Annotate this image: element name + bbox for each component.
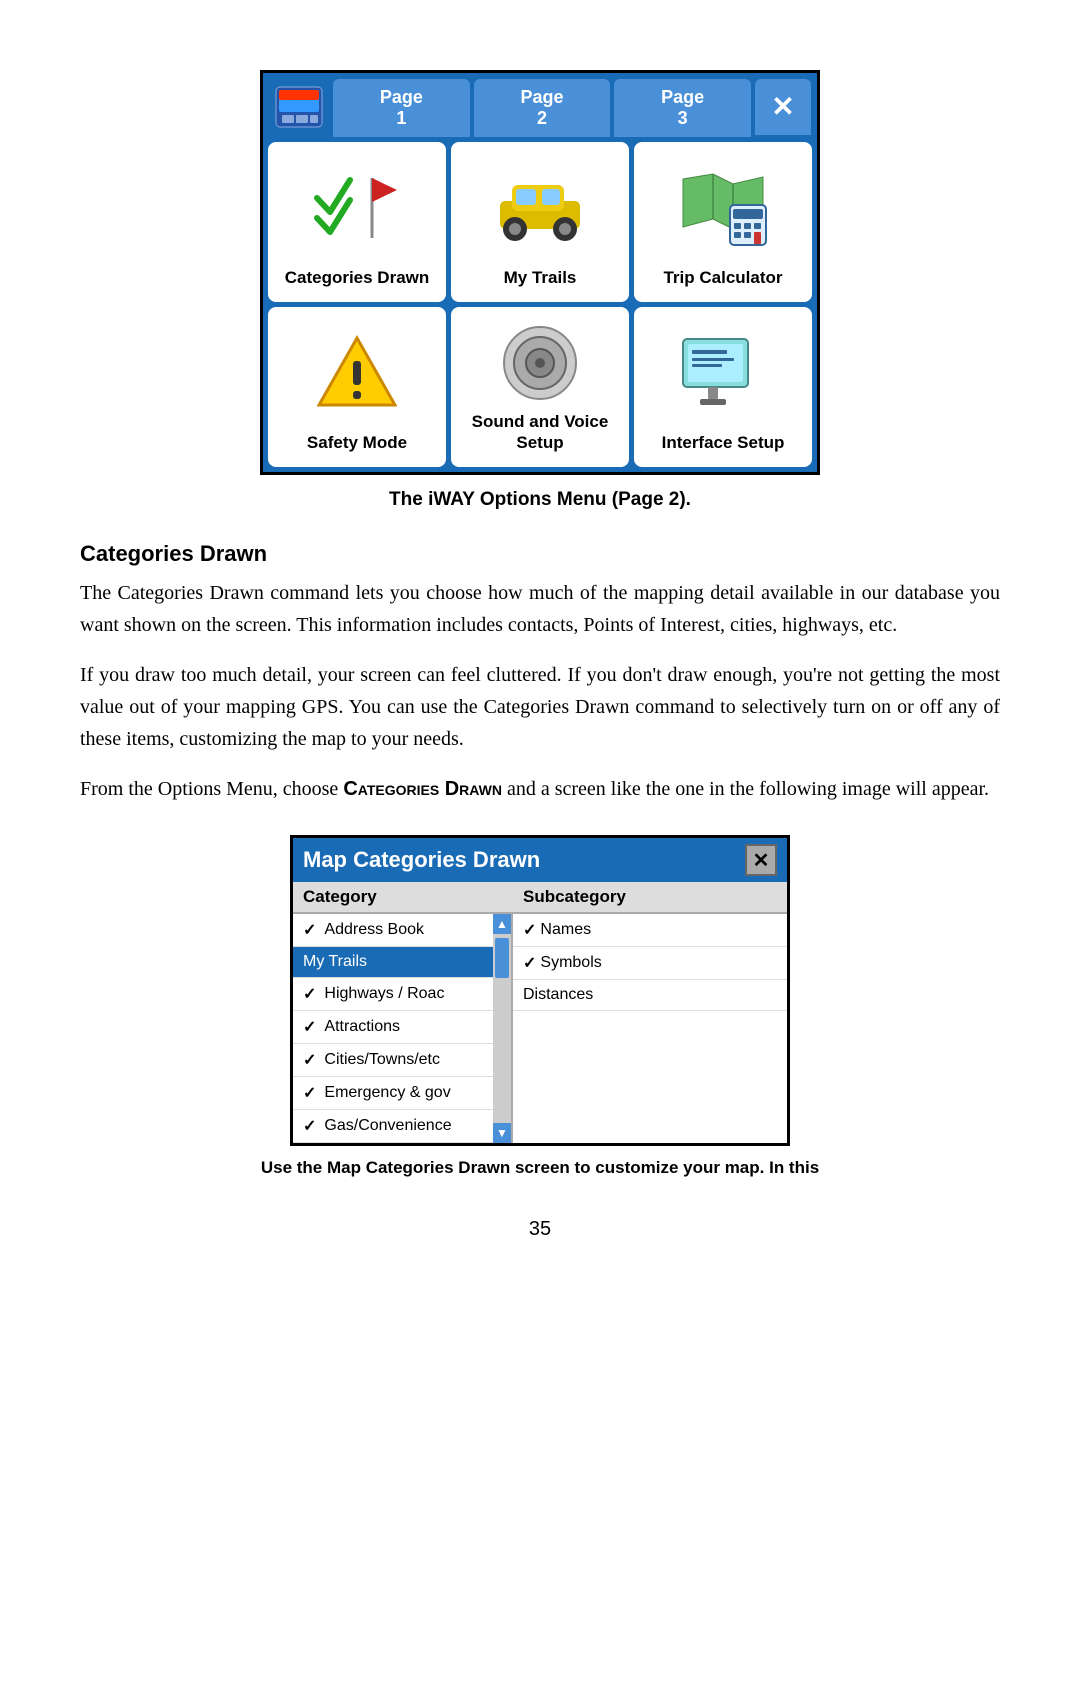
options-menu-screenshot: Page1 Page2 Page3 ✕ [80, 70, 1000, 511]
dialog-caption: Use the Map Categories Drawn screen to c… [261, 1158, 819, 1178]
menu-tab-page1[interactable]: Page1 [333, 79, 470, 137]
body-paragraph-1: The Categories Drawn command lets you ch… [80, 577, 1000, 641]
menu-cell-trip-calculator[interactable]: Trip Calculator [634, 142, 812, 302]
inline-categories-drawn: Categories Drawn [343, 778, 502, 800]
body-paragraph-2: If you draw too much detail, your screen… [80, 659, 1000, 755]
menu-caption: The iWAY Options Menu (Page 2). [389, 489, 691, 511]
dialog-titlebar: Map Categories Drawn ✕ [293, 838, 787, 882]
page-number: 35 [80, 1218, 1000, 1241]
scroll-down[interactable]: ▼ [493, 1123, 511, 1143]
dialog-close-button[interactable]: ✕ [745, 844, 777, 876]
menu-close-button[interactable]: ✕ [755, 79, 811, 135]
safety-mode-label: Safety Mode [307, 433, 407, 453]
section-heading: Categories Drawn [80, 541, 1000, 567]
category-scrollbar[interactable]: ▲ ▼ [493, 914, 511, 1143]
cat-item-highways[interactable]: Highways / Roac [293, 978, 511, 1011]
subcat-item-names[interactable]: Names [513, 914, 787, 947]
subcat-item-distances[interactable]: Distances [513, 980, 787, 1011]
car-icon [459, 154, 621, 262]
menu-cell-sound-voice[interactable]: Sound and Voice Setup [451, 307, 629, 467]
subcat-item-symbols[interactable]: Symbols [513, 947, 787, 980]
menu-tabs-row: Page1 Page2 Page3 ✕ [263, 73, 817, 137]
options-menu-box: Page1 Page2 Page3 ✕ [260, 70, 820, 475]
cat-item-my-trails[interactable]: My Trails [293, 947, 511, 978]
menu-tab-page3[interactable]: Page3 [614, 79, 751, 137]
warning-icon [276, 319, 438, 427]
scroll-thumb[interactable] [495, 938, 509, 978]
cat-item-emergency[interactable]: Emergency & gov [293, 1077, 511, 1110]
map-categories-dialog: Map Categories Drawn ✕ Category Subcateg… [290, 835, 790, 1146]
subcategory-list: Names Symbols Distances [513, 914, 787, 1143]
menu-grid: Categories Drawn [263, 137, 817, 472]
cat-item-gas[interactable]: Gas/Convenience [293, 1110, 511, 1143]
category-list: Address Book My Trails Highways / Roac A… [293, 914, 513, 1143]
monitor-icon [642, 319, 804, 427]
cat-item-attractions[interactable]: Attractions [293, 1011, 511, 1044]
menu-cell-safety-mode[interactable]: Safety Mode [268, 307, 446, 467]
speaker-icon [459, 319, 621, 406]
col-header-subcategory: Subcategory [513, 882, 787, 912]
sound-voice-label: Sound and Voice Setup [459, 412, 621, 453]
menu-tab-icon [269, 79, 329, 135]
cat-item-address-book[interactable]: Address Book [293, 914, 511, 947]
scroll-up[interactable]: ▲ [493, 914, 511, 934]
my-trails-label: My Trails [504, 268, 577, 288]
check-flag-icon [276, 154, 438, 262]
dialog-body: Address Book My Trails Highways / Roac A… [293, 914, 787, 1143]
menu-tab-page2[interactable]: Page2 [474, 79, 611, 137]
cat-item-cities[interactable]: Cities/Towns/etc [293, 1044, 511, 1077]
trip-calculator-label: Trip Calculator [663, 268, 782, 288]
map-calc-icon [642, 154, 804, 262]
menu-cell-categories-drawn[interactable]: Categories Drawn [268, 142, 446, 302]
interface-setup-label: Interface Setup [662, 433, 785, 453]
menu-cell-my-trails[interactable]: My Trails [451, 142, 629, 302]
dialog-header-row: Category Subcategory [293, 882, 787, 914]
dialog-title: Map Categories Drawn [303, 847, 540, 873]
body-paragraph-3: From the Options Menu, choose Categories… [80, 773, 1000, 805]
col-header-category: Category [293, 882, 513, 912]
categories-drawn-label: Categories Drawn [285, 268, 430, 288]
dialog-container: Map Categories Drawn ✕ Category Subcateg… [80, 835, 1000, 1178]
menu-cell-interface-setup[interactable]: Interface Setup [634, 307, 812, 467]
